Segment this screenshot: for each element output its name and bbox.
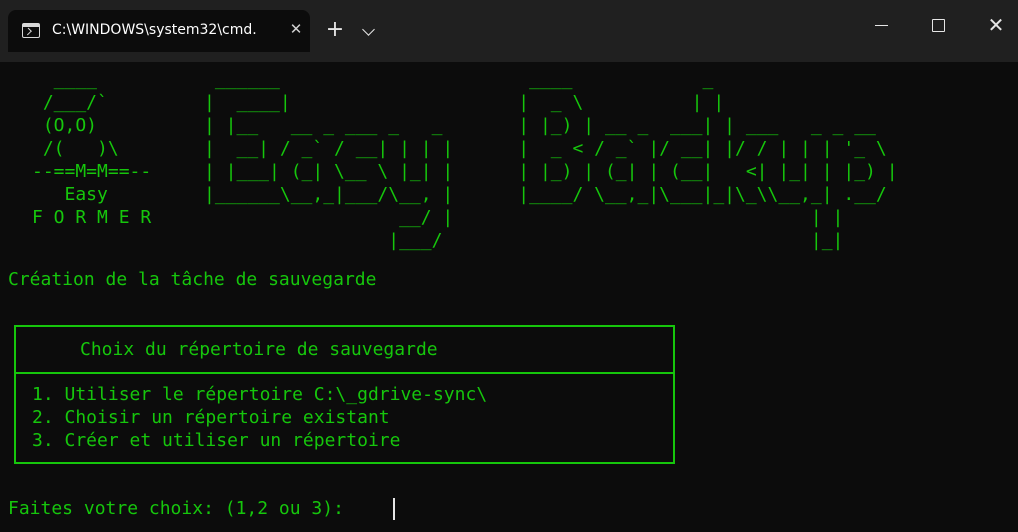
new-tab-button[interactable]: + <box>324 18 346 42</box>
chevron-down-icon[interactable] <box>362 23 375 36</box>
menu-option-1: 1. Utiliser le répertoire C:\_gdrive-syn… <box>32 384 488 405</box>
command-prompt-icon <box>22 23 40 38</box>
ascii-banner: ______ ____ _ | ____| | _ \ | | | |__ __… <box>204 69 898 251</box>
maximize-button[interactable] <box>928 14 950 36</box>
close-window-button[interactable]: ✕ <box>985 14 1007 36</box>
title-bar: C:\WINDOWS\system32\cmd. ✕ + ✕ <box>0 0 1018 62</box>
text-cursor[interactable] <box>393 498 395 520</box>
menu-box: Choix du répertoire de sauvegarde 1. Uti… <box>14 325 675 464</box>
input-prompt: Faites votre choix: (1,2 ou 3): <box>8 498 344 519</box>
menu-title: Choix du répertoire de sauvegarde <box>80 339 438 360</box>
terminal-tab[interactable]: C:\WINDOWS\system32\cmd. ✕ <box>8 10 310 52</box>
tab-title: C:\WINDOWS\system32\cmd. <box>52 22 257 38</box>
menu-option-2: 2. Choisir un répertoire existant <box>32 407 390 428</box>
tab-close-icon[interactable]: ✕ <box>288 20 304 40</box>
page-heading: Création de la tâche de sauvegarde <box>8 269 377 290</box>
ascii-logo: ____ /___/` (O,O) /( )\ --==M=M==-- Easy… <box>32 69 152 228</box>
menu-divider <box>16 372 673 374</box>
console-output[interactable]: ____ /___/` (O,O) /( )\ --==M=M==-- Easy… <box>0 62 1018 532</box>
menu-option-3: 3. Créer et utiliser un répertoire <box>32 430 401 451</box>
minimize-button[interactable] <box>871 14 893 36</box>
